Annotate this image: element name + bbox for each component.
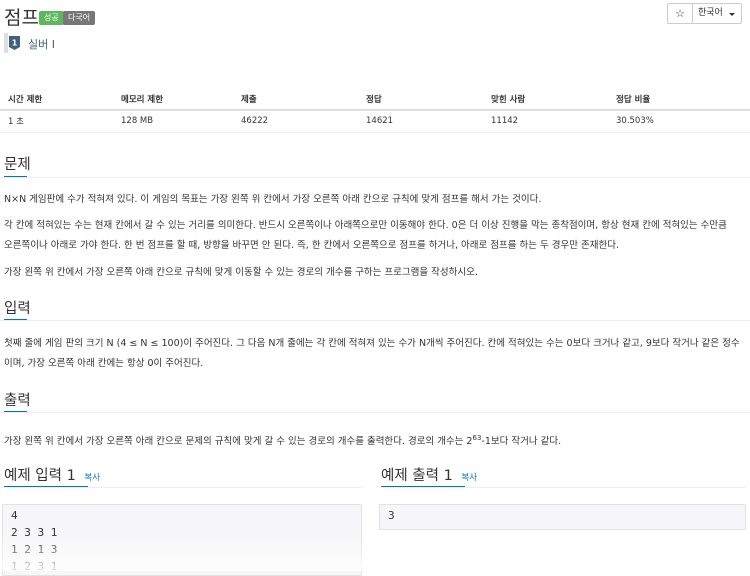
table-row: 1 초 128 MB 46222 14621 11142 30.503% (0, 110, 750, 133)
language-select-label: 한국어 (698, 8, 723, 18)
table-cell: 46222 (233, 110, 358, 133)
tier-label: 실버 I (28, 38, 55, 51)
problem-header: 점프 성공 다국어 ☆ 한국어 1 실버 I (0, 0, 750, 60)
tier-number: 1 (12, 39, 18, 48)
output-paragraph: 가장 왼쪽 위 칸에서 가장 오른쪽 아래 칸으로 문제의 규칙에 맞게 갈 수… (4, 428, 744, 452)
problem-info-table: 시간 제한 메모리 제한 제출 정답 맞힌 사람 정답 비율 1 초 128 M… (0, 88, 750, 133)
table-header: 정답 (358, 88, 483, 111)
sample-input-header: 예제 입력 1 복사 (4, 464, 100, 485)
input-title: 입력 (4, 301, 31, 317)
chevron-down-icon (729, 13, 735, 16)
table-cell: 30.503% (608, 110, 750, 133)
table-header: 시간 제한 (0, 88, 113, 111)
output-text: 가장 왼쪽 위 칸에서 가장 오른쪽 아래 칸으로 문제의 규칙에 맞게 갈 수… (4, 436, 473, 448)
output-title: 출력 (4, 393, 31, 409)
input-paragraph: 첫째 줄에 게임 판의 크기 N (4 ≤ N ≤ 100)이 주어진다. 그 … (4, 338, 740, 349)
table-header: 정답 비율 (608, 88, 750, 111)
table-header: 제출 (233, 88, 358, 111)
scroll-fade (0, 535, 750, 571)
description-paragraph: 가장 왼쪽 위 칸에서 가장 오른쪽 아래 칸으로 규칙에 맞게 이동할 수 있… (4, 267, 478, 278)
sample-output-title: 예제 출력 1 (381, 468, 453, 484)
table-header: 맞힌 사람 (483, 88, 608, 111)
language-select[interactable]: 한국어 (692, 3, 742, 24)
sample-output-header: 예제 출력 1 복사 (381, 464, 477, 485)
description-paragraph: 오른쪽이나 아래로 가야 한다. 한 번 점프를 할 때, 방향을 바꾸면 안 … (4, 240, 619, 251)
status-badge: 성공 (39, 11, 64, 25)
table-header: 메모리 제한 (113, 88, 233, 111)
divider (0, 412, 750, 413)
tier-badge-icon: 1 (9, 36, 20, 50)
divider (381, 487, 746, 488)
divider (0, 177, 750, 178)
description-title: 문제 (4, 157, 31, 173)
table-cell: 11142 (483, 110, 608, 133)
table-cell: 128 MB (113, 110, 233, 133)
table-header-row: 시간 제한 메모리 제한 제출 정답 맞힌 사람 정답 비율 (0, 88, 750, 111)
divider (0, 320, 750, 321)
divider (0, 487, 362, 488)
star-icon: ☆ (675, 7, 685, 20)
description-paragraph: 각 칸에 적혀있는 수는 현재 칸에서 갈 수 있는 거리를 의미한다. 반드시… (4, 220, 727, 231)
output-text-end: -1보다 작거나 같다. (481, 436, 562, 448)
multilang-badge: 다국어 (63, 11, 96, 25)
table-cell: 1 초 (0, 110, 113, 133)
problem-title: 점프 (4, 7, 39, 29)
sample-output-box[interactable]: 3 (379, 504, 746, 530)
table-cell: 14621 (358, 110, 483, 133)
input-paragraph: 이며, 가장 오른쪽 아래 칸에는 항상 0이 주어진다. (4, 358, 204, 369)
copy-output-link[interactable]: 복사 (461, 473, 477, 483)
sample-input-title: 예제 입력 1 (4, 468, 76, 484)
description-paragraph: N×N 게임판에 수가 적혀져 있다. 이 게임의 목표는 가장 왼쪽 위 칸에… (4, 194, 542, 205)
copy-input-link[interactable]: 복사 (84, 473, 100, 483)
star-button[interactable]: ☆ (667, 3, 692, 24)
